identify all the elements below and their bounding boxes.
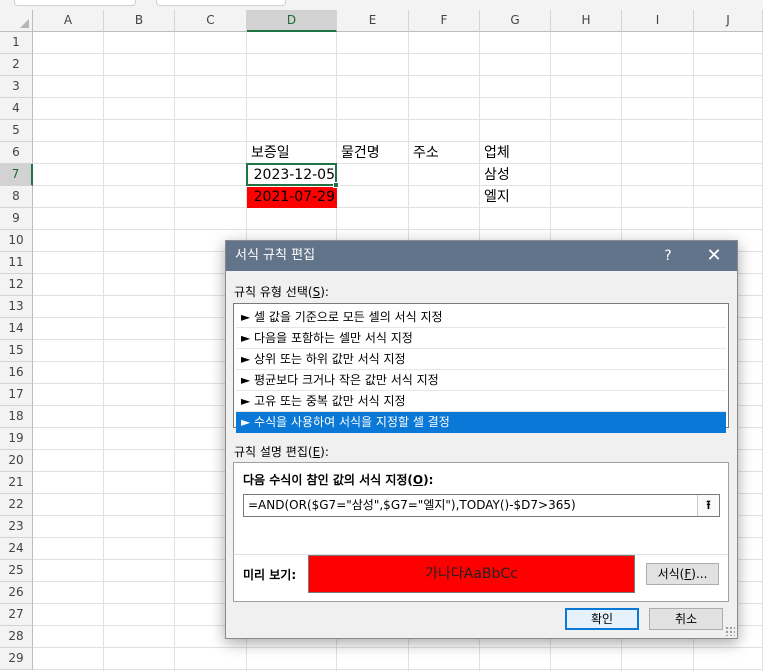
row-header-9[interactable]: 9	[0, 208, 33, 230]
gridline-horizontal	[33, 97, 763, 98]
gridline-horizontal	[33, 75, 763, 76]
row-header-22[interactable]: 22	[0, 494, 33, 516]
close-button[interactable]: ✕	[700, 241, 728, 271]
gridline-horizontal	[33, 141, 763, 142]
row-header-29[interactable]: 29	[0, 648, 33, 670]
cell-g8[interactable]: 엘지	[480, 187, 551, 208]
help-button[interactable]: ?	[656, 241, 680, 271]
gridline-horizontal	[33, 207, 763, 208]
gridline-vertical	[103, 32, 104, 671]
cell-g6[interactable]: 업체	[480, 143, 551, 164]
edit-formatting-rule-dialog: 서식 규칙 편집 ? ✕ 규칙 유형 선택(S): ► 셀 값을 기준으로 모든…	[225, 240, 738, 639]
fill-handle[interactable]	[333, 182, 339, 188]
gridline-horizontal	[33, 647, 763, 648]
column-header-j[interactable]: J	[694, 10, 763, 32]
column-header-d[interactable]: D	[247, 10, 337, 32]
rule-type-item[interactable]: ► 다음을 포함하는 셀만 서식 지정	[236, 328, 726, 349]
column-header-c[interactable]: C	[175, 10, 247, 32]
formula-value: =AND(OR($G7="삼성",$G7="엘지"),TODAY()-$D7>3…	[248, 498, 576, 512]
row-header-15[interactable]: 15	[0, 340, 33, 362]
cell-g7[interactable]: 삼성	[480, 165, 551, 186]
row-header-20[interactable]: 20	[0, 450, 33, 472]
row-header-18[interactable]: 18	[0, 406, 33, 428]
row-header-16[interactable]: 16	[0, 362, 33, 384]
tab-piece[interactable]	[14, 0, 136, 6]
gridline-horizontal	[33, 185, 763, 186]
cell-f6[interactable]: 주소	[409, 143, 480, 164]
column-header-b[interactable]: B	[104, 10, 175, 32]
rule-type-item[interactable]: ► 상위 또는 하위 값만 서식 지정	[236, 349, 726, 370]
row-header-10[interactable]: 10	[0, 230, 33, 252]
row-header-13[interactable]: 13	[0, 296, 33, 318]
row-header-23[interactable]: 23	[0, 516, 33, 538]
rule-type-item[interactable]: ► 셀 값을 기준으로 모든 셀의 서식 지정	[236, 307, 726, 328]
cancel-button[interactable]: 취소	[649, 608, 723, 630]
rule-type-item-selected[interactable]: ► 수식을 사용하여 서식을 지정할 셀 결정	[236, 412, 726, 433]
column-header-f[interactable]: F	[409, 10, 480, 32]
row-header-2[interactable]: 2	[0, 54, 33, 76]
gridline-horizontal	[33, 229, 763, 230]
row-header-11[interactable]: 11	[0, 252, 33, 274]
gridline-horizontal	[33, 119, 763, 120]
rule-type-label: 규칙 유형 선택(S):	[234, 285, 329, 299]
active-cell-border	[246, 163, 337, 186]
row-header-4[interactable]: 4	[0, 98, 33, 120]
row-header-12[interactable]: 12	[0, 274, 33, 296]
gridline-horizontal	[33, 669, 763, 670]
column-header-e[interactable]: E	[337, 10, 409, 32]
resize-grip[interactable]	[725, 626, 735, 636]
select-all-corner[interactable]	[0, 10, 33, 32]
cell-e6[interactable]: 물건명	[337, 143, 409, 164]
rule-type-item[interactable]: ► 평균보다 크거나 작은 값만 서식 지정	[236, 370, 726, 391]
formula-input[interactable]: =AND(OR($G7="삼성",$G7="엘지"),TODAY()-$D7>3…	[243, 494, 720, 517]
row-header-3[interactable]: 3	[0, 76, 33, 98]
row-header-7[interactable]: 7	[0, 164, 33, 186]
row-header-14[interactable]: 14	[0, 318, 33, 340]
row-header-1[interactable]: 1	[0, 32, 33, 54]
row-header-5[interactable]: 5	[0, 120, 33, 142]
row-header-27[interactable]: 27	[0, 604, 33, 626]
collapse-dialog-icon[interactable]: ⭱	[697, 495, 719, 516]
row-header-28[interactable]: 28	[0, 626, 33, 648]
row-header-6[interactable]: 6	[0, 142, 33, 164]
format-button[interactable]: 서식(F)...	[646, 563, 719, 585]
gridline-horizontal	[33, 53, 763, 54]
gridline-vertical	[174, 32, 175, 671]
rule-type-item[interactable]: ► 고유 또는 중복 값만 서식 지정	[236, 391, 726, 412]
cell-d8[interactable]: 2021-07-29	[247, 187, 337, 208]
dialog-titlebar[interactable]: 서식 규칙 편집 ? ✕	[226, 241, 737, 271]
column-header-h[interactable]: H	[551, 10, 622, 32]
rule-description-label: 규칙 설명 편집(E):	[234, 445, 329, 459]
column-header-g[interactable]: G	[480, 10, 551, 32]
formula-label: 다음 수식이 참인 값의 서식 지정(O):	[243, 473, 434, 487]
preview-label: 미리 보기:	[243, 568, 297, 582]
dialog-title: 서식 규칙 편집	[235, 248, 316, 263]
row-header-21[interactable]: 21	[0, 472, 33, 494]
row-header-8[interactable]: 8	[0, 186, 33, 208]
row-header-19[interactable]: 19	[0, 428, 33, 450]
row-header-17[interactable]: 17	[0, 384, 33, 406]
column-header-a[interactable]: A	[33, 10, 104, 32]
tab-piece[interactable]	[156, 0, 286, 6]
column-header-i[interactable]: I	[622, 10, 694, 32]
cell-d6[interactable]: 보증일	[247, 143, 337, 164]
format-preview: 가나다AaBbCc	[308, 555, 635, 593]
ok-button[interactable]: 확인	[565, 608, 639, 630]
rule-description-panel: 다음 수식이 참인 값의 서식 지정(O): =AND(OR($G7="삼성",…	[233, 462, 729, 602]
rule-type-list[interactable]: ► 셀 값을 기준으로 모든 셀의 서식 지정 ► 다음을 포함하는 셀만 서식…	[233, 303, 729, 433]
row-header-24[interactable]: 24	[0, 538, 33, 560]
row-header-25[interactable]: 25	[0, 560, 33, 582]
row-header-26[interactable]: 26	[0, 582, 33, 604]
